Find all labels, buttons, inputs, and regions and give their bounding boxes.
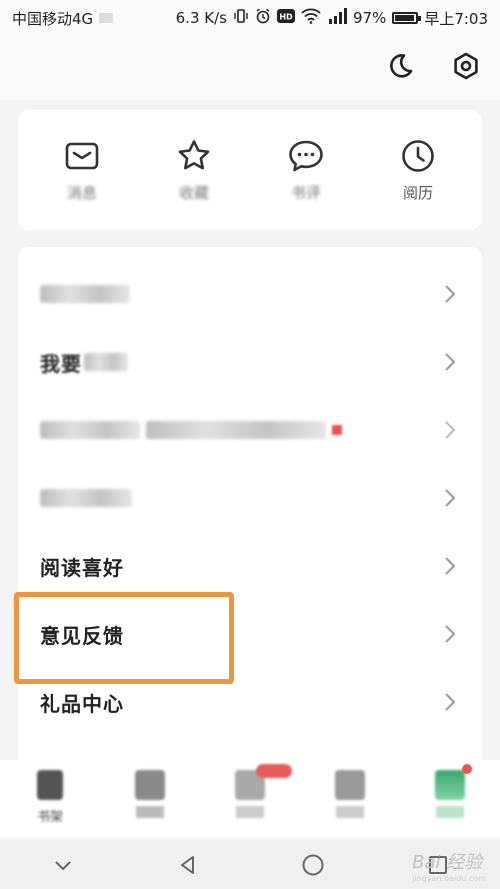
watermark-text: Bai 经验 [412,852,483,873]
chevron-right-icon [445,625,456,643]
tab-2-icon [135,770,165,800]
tab-badge [256,764,292,778]
quick-label: 阅历 [402,183,433,202]
settings-button[interactable] [450,50,482,82]
tab-label: 书架 [36,810,63,825]
tab-label [436,806,464,818]
vibrate-icon [233,8,249,28]
menu-label: 阅读喜好 [40,555,124,580]
top-actions-bar [0,36,500,100]
tab-bookshelf[interactable]: 书架 [10,770,90,825]
chevron-right-icon [445,285,456,303]
tab-4[interactable] [310,770,390,818]
bookshelf-icon [37,770,63,800]
signal-icon [327,8,347,28]
quick-history[interactable]: 阅历 [373,138,463,203]
blurred-label [84,353,128,371]
hd-icon: HD [276,9,295,27]
moon-icon [390,53,413,78]
highlight-box [14,592,234,684]
chevron-right-icon [445,353,456,371]
carrier-text: 中国移动4G [12,9,94,28]
tab-label [236,806,264,818]
quick-label: 书评 [290,183,321,202]
sim-icon [99,13,114,23]
menu-row-3-label-wrap [40,421,342,439]
tab-2[interactable] [110,770,190,818]
blurred-label [40,285,130,303]
tab-3[interactable] [210,764,292,818]
tab-label [336,806,364,818]
chevron-right-icon [445,693,456,711]
blurred-label [40,421,140,439]
night-mode-button[interactable] [384,50,416,82]
nav-collapse-button[interactable] [43,845,83,885]
menu-row-2-label-wrap: 我要 [40,348,128,377]
star-icon [178,139,210,169]
battery-percent: 97% [352,9,387,27]
back-icon [180,855,194,874]
chevron-right-icon [445,489,456,507]
menu-row-4[interactable] [18,464,482,532]
blurred-label [146,421,326,439]
chevron-down-icon [54,860,71,870]
menu-row-1[interactable] [18,260,482,328]
nav-home-button[interactable] [293,845,333,885]
tab-mine[interactable] [410,764,490,818]
quick-label: 收藏 [178,183,209,202]
tab-4-icon [335,770,365,800]
menu-row-2[interactable]: 我要 [18,328,482,396]
clock-time: 早上7:03 [424,9,488,28]
chevron-right-icon [445,557,456,575]
tab-label [136,806,164,818]
quick-favorites[interactable]: 收藏 [149,138,239,203]
tab-mine-icon [435,770,465,800]
chevron-right-icon [445,421,456,439]
watermark-sub: jingyan.baidu.com [412,874,486,883]
notification-dot [462,764,472,774]
menu-row-reading-preference[interactable]: 阅读喜好 [18,532,482,600]
menu-label: 我要 [40,351,82,376]
quick-actions-card: 消息 收藏 书评 阅历 [18,110,482,230]
battery-icon [392,12,422,24]
blurred-label [40,489,132,507]
menu-row-3[interactable] [18,396,482,464]
network-speed: 6.3 K/s [175,9,227,27]
mail-icon [65,142,99,169]
svg-text:HD: HD [279,13,293,22]
badge-dot [332,425,342,435]
nav-back-button[interactable] [168,845,208,885]
menu-card: 我要 阅读喜好 意见反馈 礼品中心 [18,247,482,767]
quick-reviews[interactable]: 书评 [261,138,351,203]
home-icon [302,854,323,875]
clock-icon [402,139,434,172]
status-bar: 中国移动4G 6.3 K/s HD 97% 早上7:03 [0,0,500,36]
comment-icon [289,140,323,171]
quick-label: 消息 [66,183,97,202]
settings-icon [454,52,478,80]
menu-label: 礼品中心 [40,691,124,716]
watermark: Bai 经验 jingyan.baidu.com [412,848,486,883]
quick-messages[interactable]: 消息 [37,138,127,203]
wifi-icon [301,8,321,28]
bottom-tab-bar: 书架 [0,760,500,838]
alarm-icon [255,8,271,28]
